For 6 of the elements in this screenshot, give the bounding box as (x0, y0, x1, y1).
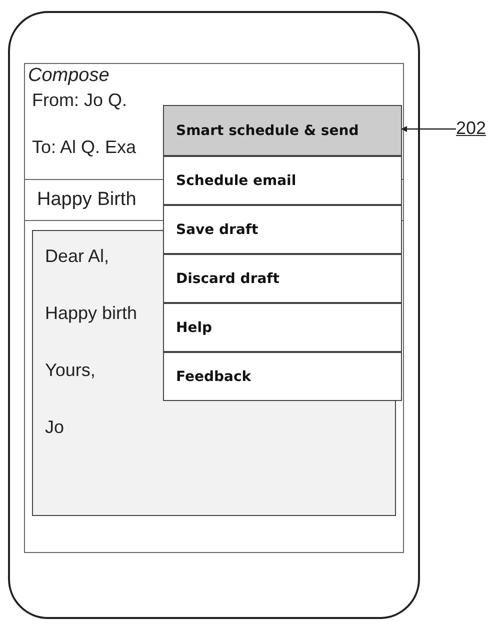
body-line: Jo (45, 416, 64, 438)
screen-title: Compose (28, 65, 110, 87)
body-line: Dear Al, (45, 245, 110, 267)
body-line: Yours, (45, 359, 96, 381)
body-line: Happy birth (45, 302, 138, 324)
reference-numeral: 202 (456, 118, 486, 139)
